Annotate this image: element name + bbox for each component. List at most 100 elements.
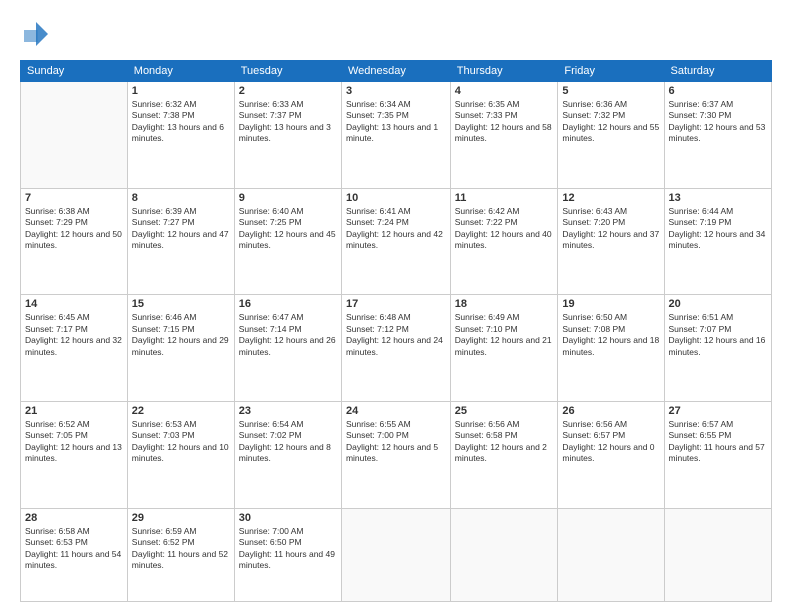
header	[20, 18, 772, 50]
day-number: 11	[455, 192, 554, 204]
day-cell	[21, 82, 128, 189]
day-info: Sunrise: 6:36 AMSunset: 7:32 PMDaylight:…	[562, 99, 659, 145]
logo	[20, 18, 56, 50]
day-number: 4	[455, 85, 554, 97]
day-info: Sunrise: 6:35 AMSunset: 7:33 PMDaylight:…	[455, 99, 554, 145]
day-number: 27	[669, 405, 768, 417]
day-info: Sunrise: 6:53 AMSunset: 7:03 PMDaylight:…	[132, 419, 230, 465]
day-cell: 18 Sunrise: 6:49 AMSunset: 7:10 PMDayligh…	[450, 295, 558, 402]
day-info: Sunrise: 6:48 AMSunset: 7:12 PMDaylight:…	[346, 312, 446, 358]
day-number: 21	[25, 405, 123, 417]
day-cell: 8 Sunrise: 6:39 AMSunset: 7:27 PMDaylight…	[127, 188, 234, 295]
logo-icon	[20, 18, 52, 50]
day-info: Sunrise: 6:49 AMSunset: 7:10 PMDaylight:…	[455, 312, 554, 358]
day-info: Sunrise: 6:47 AMSunset: 7:14 PMDaylight:…	[239, 312, 337, 358]
day-cell: 22 Sunrise: 6:53 AMSunset: 7:03 PMDayligh…	[127, 401, 234, 508]
day-cell: 3 Sunrise: 6:34 AMSunset: 7:35 PMDaylight…	[341, 82, 450, 189]
day-cell: 11Sunrise: 6:42 AMSunset: 7:22 PMDayligh…	[450, 188, 558, 295]
day-number: 23	[239, 405, 337, 417]
week-row-3: 14 Sunrise: 6:45 AMSunset: 7:17 PMDayligh…	[21, 295, 772, 402]
day-cell: 7 Sunrise: 6:38 AMSunset: 7:29 PMDaylight…	[21, 188, 128, 295]
day-info: Sunrise: 6:46 AMSunset: 7:15 PMDaylight:…	[132, 312, 230, 358]
day-number: 3	[346, 85, 446, 97]
day-info: Sunrise: 6:54 AMSunset: 7:02 PMDaylight:…	[239, 419, 337, 465]
day-cell: 19Sunrise: 6:50 AMSunset: 7:08 PMDayligh…	[558, 295, 664, 402]
day-number: 8	[132, 192, 230, 204]
day-number: 5	[562, 85, 659, 97]
day-cell: 25Sunrise: 6:56 AMSunset: 6:58 PMDayligh…	[450, 401, 558, 508]
day-cell: 30Sunrise: 7:00 AMSunset: 6:50 PMDayligh…	[234, 508, 341, 601]
day-number: 9	[239, 192, 337, 204]
day-number: 28	[25, 512, 123, 524]
weekday-header-tuesday: Tuesday	[234, 61, 341, 82]
day-number: 1	[132, 85, 230, 97]
day-cell	[450, 508, 558, 601]
week-row-1: 1Sunrise: 6:32 AMSunset: 7:38 PMDaylight…	[21, 82, 772, 189]
day-info: Sunrise: 6:55 AMSunset: 7:00 PMDaylight:…	[346, 419, 446, 465]
day-number: 18	[455, 298, 554, 310]
day-info: Sunrise: 6:37 AMSunset: 7:30 PMDaylight:…	[669, 99, 768, 145]
week-row-4: 21 Sunrise: 6:52 AMSunset: 7:05 PMDayligh…	[21, 401, 772, 508]
day-cell: 24 Sunrise: 6:55 AMSunset: 7:00 PMDayligh…	[341, 401, 450, 508]
day-number: 13	[669, 192, 768, 204]
day-info: Sunrise: 6:45 AMSunset: 7:17 PMDaylight:…	[25, 312, 123, 358]
weekday-header-friday: Friday	[558, 61, 664, 82]
weekday-header-saturday: Saturday	[664, 61, 772, 82]
day-info: Sunrise: 6:38 AMSunset: 7:29 PMDaylight:…	[25, 206, 123, 252]
day-info: Sunrise: 6:34 AMSunset: 7:35 PMDaylight:…	[346, 99, 446, 145]
day-cell: 1Sunrise: 6:32 AMSunset: 7:38 PMDaylight…	[127, 82, 234, 189]
day-cell: 5 Sunrise: 6:36 AMSunset: 7:32 PMDaylight…	[558, 82, 664, 189]
day-number: 17	[346, 298, 446, 310]
day-cell	[341, 508, 450, 601]
day-cell: 27 Sunrise: 6:57 AMSunset: 6:55 PMDayligh…	[664, 401, 772, 508]
day-number: 20	[669, 298, 768, 310]
day-number: 24	[346, 405, 446, 417]
day-cell: 6 Sunrise: 6:37 AMSunset: 7:30 PMDaylight…	[664, 82, 772, 189]
day-info: Sunrise: 6:39 AMSunset: 7:27 PMDaylight:…	[132, 206, 230, 252]
day-info: Sunrise: 6:44 AMSunset: 7:19 PMDaylight:…	[669, 206, 768, 252]
day-number: 10	[346, 192, 446, 204]
day-info: Sunrise: 6:59 AMSunset: 6:52 PMDaylight:…	[132, 526, 230, 572]
day-cell: 9 Sunrise: 6:40 AMSunset: 7:25 PMDaylight…	[234, 188, 341, 295]
day-number: 26	[562, 405, 659, 417]
weekday-header-monday: Monday	[127, 61, 234, 82]
day-info: Sunrise: 6:56 AMSunset: 6:57 PMDaylight:…	[562, 419, 659, 465]
day-cell	[664, 508, 772, 601]
day-number: 16	[239, 298, 337, 310]
day-cell: 20 Sunrise: 6:51 AMSunset: 7:07 PMDayligh…	[664, 295, 772, 402]
day-info: Sunrise: 6:40 AMSunset: 7:25 PMDaylight:…	[239, 206, 337, 252]
day-number: 6	[669, 85, 768, 97]
day-info: Sunrise: 6:52 AMSunset: 7:05 PMDaylight:…	[25, 419, 123, 465]
day-cell: 21 Sunrise: 6:52 AMSunset: 7:05 PMDayligh…	[21, 401, 128, 508]
weekday-header-row: SundayMondayTuesdayWednesdayThursdayFrid…	[21, 61, 772, 82]
day-info: Sunrise: 6:33 AMSunset: 7:37 PMDaylight:…	[239, 99, 337, 145]
day-cell: 16 Sunrise: 6:47 AMSunset: 7:14 PMDayligh…	[234, 295, 341, 402]
day-number: 25	[455, 405, 554, 417]
calendar-table: SundayMondayTuesdayWednesdayThursdayFrid…	[20, 60, 772, 602]
day-number: 12	[562, 192, 659, 204]
day-cell: 17 Sunrise: 6:48 AMSunset: 7:12 PMDayligh…	[341, 295, 450, 402]
day-cell: 29Sunrise: 6:59 AMSunset: 6:52 PMDayligh…	[127, 508, 234, 601]
day-info: Sunrise: 6:43 AMSunset: 7:20 PMDaylight:…	[562, 206, 659, 252]
weekday-header-thursday: Thursday	[450, 61, 558, 82]
calendar-page: SundayMondayTuesdayWednesdayThursdayFrid…	[0, 0, 792, 612]
week-row-2: 7 Sunrise: 6:38 AMSunset: 7:29 PMDaylight…	[21, 188, 772, 295]
day-number: 22	[132, 405, 230, 417]
day-cell: 12 Sunrise: 6:43 AMSunset: 7:20 PMDayligh…	[558, 188, 664, 295]
day-number: 7	[25, 192, 123, 204]
day-cell: 13 Sunrise: 6:44 AMSunset: 7:19 PMDayligh…	[664, 188, 772, 295]
week-row-5: 28 Sunrise: 6:58 AMSunset: 6:53 PMDayligh…	[21, 508, 772, 601]
day-number: 15	[132, 298, 230, 310]
weekday-header-sunday: Sunday	[21, 61, 128, 82]
weekday-header-wednesday: Wednesday	[341, 61, 450, 82]
day-number: 19	[562, 298, 659, 310]
day-cell: 4 Sunrise: 6:35 AMSunset: 7:33 PMDaylight…	[450, 82, 558, 189]
day-info: Sunrise: 6:51 AMSunset: 7:07 PMDaylight:…	[669, 312, 768, 358]
day-cell: 26 Sunrise: 6:56 AMSunset: 6:57 PMDayligh…	[558, 401, 664, 508]
day-cell: 14 Sunrise: 6:45 AMSunset: 7:17 PMDayligh…	[21, 295, 128, 402]
day-info: Sunrise: 6:41 AMSunset: 7:24 PMDaylight:…	[346, 206, 446, 252]
day-info: Sunrise: 6:58 AMSunset: 6:53 PMDaylight:…	[25, 526, 123, 572]
day-number: 2	[239, 85, 337, 97]
day-number: 14	[25, 298, 123, 310]
day-info: Sunrise: 6:57 AMSunset: 6:55 PMDaylight:…	[669, 419, 768, 465]
